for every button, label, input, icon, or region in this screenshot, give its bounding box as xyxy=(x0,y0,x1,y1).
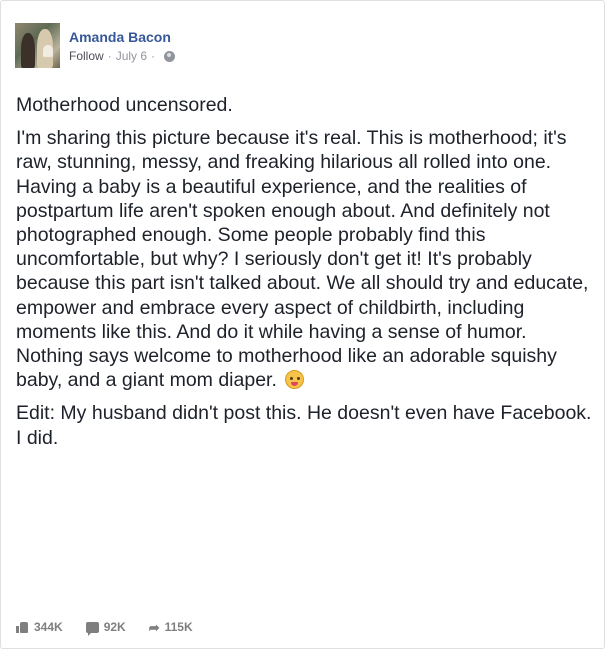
follow-button[interactable]: Follow xyxy=(69,48,104,64)
shares-count[interactable]: ➦ 115K xyxy=(149,620,193,634)
like-icon xyxy=(16,621,29,633)
post-paragraph: I'm sharing this picture because it's re… xyxy=(16,126,596,392)
comments-count[interactable]: 92K xyxy=(85,620,126,636)
post-edit-note: Edit: My husband didn't post this. He do… xyxy=(16,402,592,449)
post-date-link[interactable]: July 6 xyxy=(116,48,147,64)
post-body: Motherhood uncensored. I'm sharing this … xyxy=(16,93,596,459)
post-paragraph-text: I'm sharing this picture because it's re… xyxy=(16,127,589,392)
shares-value: 115K xyxy=(164,620,193,634)
tongue-out-emoji-icon xyxy=(285,370,305,390)
post-card: Amanda Bacon Follow · July 6 · Motherhoo… xyxy=(0,0,605,649)
likes-value: 344K xyxy=(34,620,63,634)
avatar[interactable] xyxy=(15,23,60,68)
separator: · xyxy=(107,49,112,63)
globe-icon xyxy=(164,50,176,62)
author-name-link[interactable]: Amanda Bacon xyxy=(69,28,175,46)
comments-value: 92K xyxy=(103,620,126,634)
likes-count[interactable]: 344K xyxy=(16,620,63,634)
comment-icon xyxy=(85,621,99,636)
post-meta: Amanda Bacon Follow · July 6 · xyxy=(69,28,176,71)
post-stats: 344K 92K ➦ 115K xyxy=(16,620,216,636)
share-icon: ➦ xyxy=(148,619,160,635)
post-subline: Follow · July 6 · xyxy=(69,48,176,64)
post-header: Amanda Bacon Follow · July 6 · xyxy=(15,23,176,71)
post-title: Motherhood uncensored. xyxy=(16,94,233,116)
separator: · xyxy=(151,49,156,63)
